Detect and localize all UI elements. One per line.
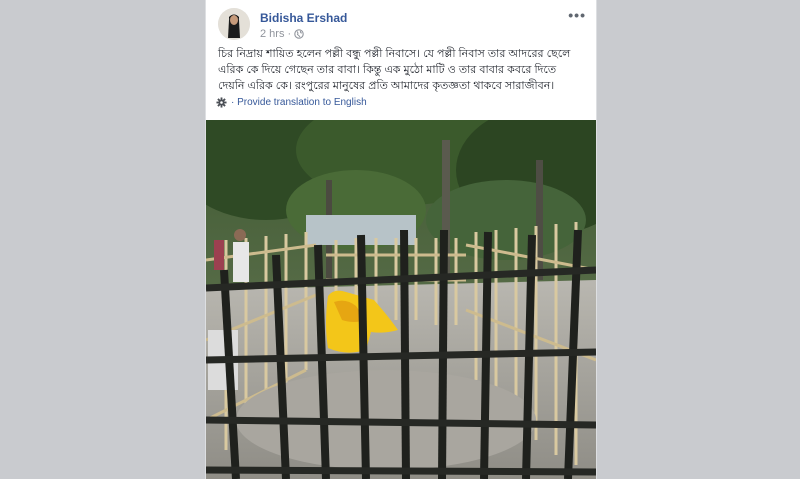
post-card: Bidisha Ershad 2 hrs · ••• চির নিদ্রায় … [205,0,597,479]
grave-photo-image [206,120,596,479]
more-options-icon[interactable]: ••• [568,8,586,22]
post-meta: 2 hrs · [260,28,304,40]
post-header: Bidisha Ershad 2 hrs · ••• [218,8,588,44]
post-time[interactable]: 2 hrs · [260,28,291,40]
author-name[interactable]: Bidisha Ershad [260,11,347,25]
post-text: চির নিদ্রায় শায়িত হলেন পল্লী বন্ধু পল্… [218,48,571,92]
translate-link[interactable]: · Provide translation to English [216,97,367,108]
gear-icon [216,97,227,108]
translate-label: · Provide translation to English [231,97,367,108]
author-avatar[interactable] [218,8,250,40]
globe-icon[interactable] [294,29,304,39]
post-photo[interactable] [206,120,596,479]
